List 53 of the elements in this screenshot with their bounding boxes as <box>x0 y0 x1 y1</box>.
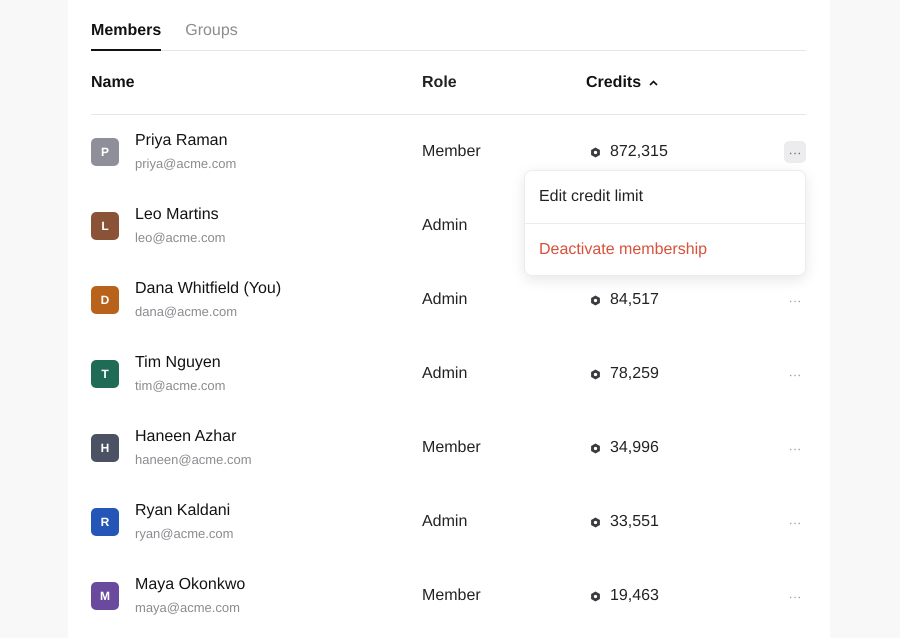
credits-value: 34,996 <box>610 439 659 457</box>
more-button[interactable]: ··· <box>784 511 806 533</box>
avatar: M <box>91 582 119 610</box>
member-email: tim@acme.com <box>135 378 226 392</box>
credits-value: 84,517 <box>610 291 659 309</box>
avatar: D <box>91 286 119 314</box>
column-header[interactable]: Credits <box>586 74 642 92</box>
avatar: T <box>91 360 119 388</box>
avatar: L <box>91 212 119 240</box>
role-text: Member <box>422 439 481 456</box>
credit-icon <box>590 368 601 380</box>
member-email: ryan@acme.com <box>135 526 234 540</box>
member-name: Maya Okonkwo <box>135 576 246 594</box>
member-name: Dana Whitfield (You) <box>135 280 282 298</box>
member-email: leo@acme.com <box>135 230 226 244</box>
credit-icon <box>590 442 601 454</box>
avatar: H <box>91 434 119 462</box>
credits-value: 872,315 <box>610 143 668 161</box>
role-text: Member <box>422 143 481 160</box>
tab[interactable]: Members <box>91 0 162 51</box>
more-button[interactable]: ··· <box>784 437 806 459</box>
more-button[interactable]: ··· <box>784 141 806 163</box>
member-name: Haneen Azhar <box>135 428 238 446</box>
more-button[interactable]: ··· <box>784 585 806 607</box>
member-email: maya@acme.com <box>135 600 241 614</box>
credits-value: 33,551 <box>610 513 659 531</box>
avatar: R <box>91 508 119 536</box>
role-text: Admin <box>422 365 468 382</box>
role-text: Member <box>422 587 481 604</box>
member-email: haneen@acme.com <box>135 452 252 466</box>
role-text: Admin <box>422 513 468 530</box>
more-button[interactable]: ··· <box>784 289 806 311</box>
role-text: Admin <box>422 217 468 234</box>
credit-icon <box>590 590 601 602</box>
avatar: P <box>91 138 119 166</box>
member-name: Leo Martins <box>135 206 220 224</box>
credits-value: 19,463 <box>610 587 659 605</box>
credits-value: 78,259 <box>610 365 659 383</box>
column-header: Role <box>422 74 457 92</box>
menu-item[interactable]: Edit credit limit <box>525 171 805 223</box>
menu-item[interactable]: Deactivate membership <box>525 223 805 275</box>
credit-icon <box>590 146 601 158</box>
credit-icon <box>590 516 601 528</box>
member-name: Ryan Kaldani <box>135 502 232 520</box>
member-email: priya@acme.com <box>135 156 236 170</box>
role-text: Admin <box>422 291 468 308</box>
member-name: Tim Nguyen <box>135 354 222 372</box>
credit-icon <box>590 294 601 306</box>
tab[interactable]: Groups <box>185 0 238 51</box>
more-button[interactable]: ··· <box>784 363 806 385</box>
column-header: Name <box>91 74 135 92</box>
member-name: Priya Raman <box>135 132 228 150</box>
member-email: dana@acme.com <box>135 304 238 318</box>
